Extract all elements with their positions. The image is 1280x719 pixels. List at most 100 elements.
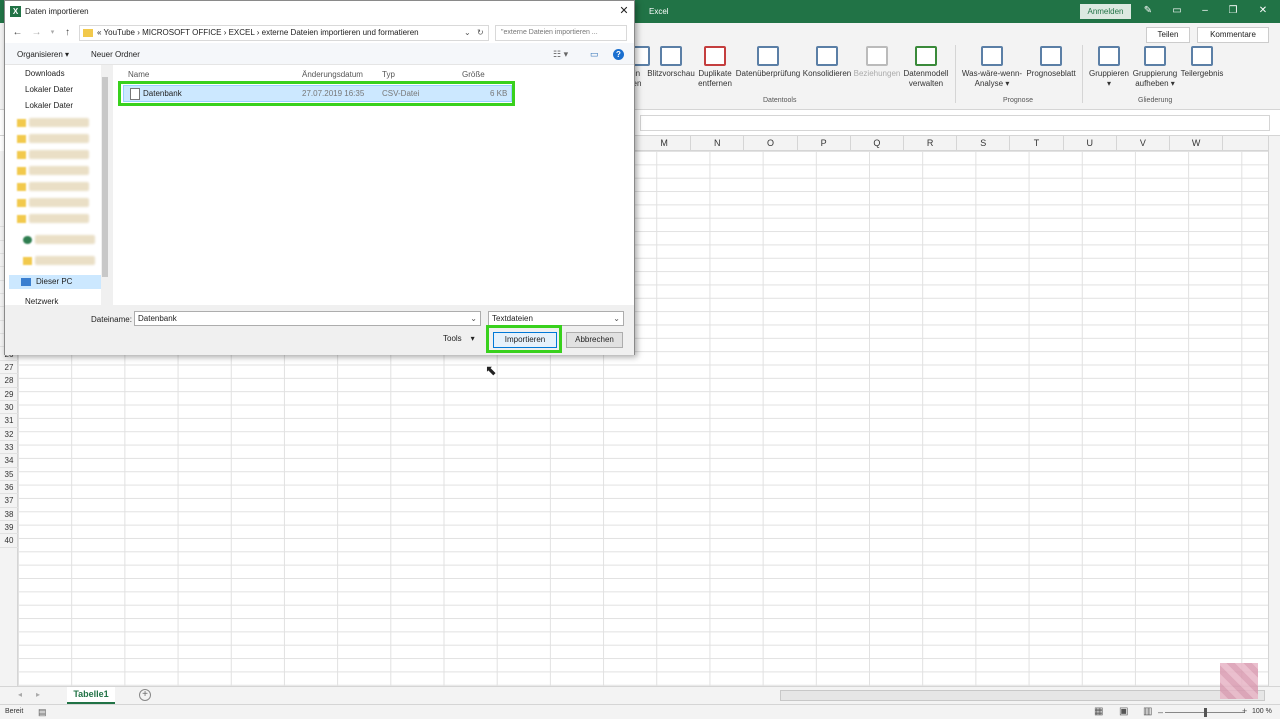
macro-record-icon[interactable]: ▤ — [38, 707, 47, 718]
chevron-down-icon[interactable]: ⌄ — [613, 312, 620, 325]
row-header[interactable]: 34 — [0, 454, 18, 468]
data-validation-button[interactable]: Datenüberprüfung — [735, 46, 801, 79]
pen-icon[interactable]: ✎ — [1138, 4, 1158, 18]
organize-button[interactable]: Organisieren ▾ — [17, 50, 69, 59]
filetype-select[interactable]: Textdateien ⌄ — [488, 311, 624, 326]
relationships-button[interactable]: Beziehungen — [853, 46, 901, 79]
blurred-item[interactable] — [29, 134, 89, 143]
filename-input[interactable]: Datenbank ⌄ — [134, 311, 481, 326]
tab-scroll-right-icon[interactable]: ▸ — [36, 690, 40, 699]
row-header[interactable]: 28 — [0, 374, 18, 388]
flash-fill-button[interactable]: Blitzvorschau — [647, 46, 695, 79]
zoom-out-icon[interactable]: – — [1158, 707, 1163, 717]
column-header[interactable]: N — [691, 136, 745, 151]
blurred-item[interactable] — [29, 214, 89, 223]
blurred-item[interactable] — [29, 166, 89, 175]
maximize-icon[interactable]: ❐ — [1223, 4, 1243, 18]
row-header[interactable]: 37 — [0, 494, 18, 508]
blurred-item[interactable] — [29, 150, 89, 159]
zoom-level[interactable]: 100 % — [1252, 708, 1272, 715]
chevron-down-icon[interactable]: ⌄ — [464, 26, 471, 40]
new-folder-button[interactable]: Neuer Ordner — [91, 50, 140, 59]
formula-input[interactable] — [640, 115, 1270, 131]
tab-scroll-left-icon[interactable]: ◂ — [18, 690, 22, 699]
blurred-item[interactable] — [35, 256, 95, 265]
blurred-item[interactable] — [29, 198, 89, 207]
add-sheet-icon[interactable]: + — [139, 689, 151, 701]
cancel-button[interactable]: Abbrechen — [566, 332, 623, 348]
minimize-icon[interactable]: – — [1195, 4, 1215, 18]
comments-button[interactable]: Kommentare — [1197, 27, 1269, 43]
horizontal-scrollbar[interactable] — [780, 690, 1265, 701]
column-header[interactable]: M — [638, 136, 692, 151]
recent-dropdown-icon[interactable]: ▾ — [46, 26, 59, 39]
row-header[interactable]: 30 — [0, 401, 18, 415]
sheet-tab[interactable]: Tabelle1 — [67, 687, 115, 704]
chevron-down-icon[interactable]: ⌄ — [470, 312, 477, 325]
share-button[interactable]: Teilen — [1146, 27, 1190, 43]
page-break-icon[interactable]: ▥ — [1143, 706, 1152, 717]
nav-item-this-pc[interactable]: Dieser PC — [9, 275, 101, 289]
row-header[interactable]: 36 — [0, 481, 18, 495]
blurred-item[interactable] — [29, 118, 89, 127]
address-bar[interactable]: « YouTube › MICROSOFT OFFICE › EXCEL › e… — [79, 25, 489, 41]
view-options-icon[interactable]: ☷ ▾ — [553, 49, 568, 60]
row-header[interactable]: 31 — [0, 414, 18, 428]
row-header[interactable]: 39 — [0, 521, 18, 535]
column-header[interactable]: U — [1064, 136, 1117, 151]
normal-view-icon[interactable]: ▦ — [1094, 706, 1103, 717]
tools-button[interactable]: Tools ▾ — [443, 334, 475, 343]
column-header-name[interactable]: Name — [128, 70, 149, 79]
row-header[interactable]: 32 — [0, 428, 18, 441]
row-header[interactable]: 40 — [0, 534, 18, 548]
column-header[interactable]: O — [744, 136, 798, 151]
column-header-date[interactable]: Änderungsdatum — [302, 70, 363, 79]
column-header[interactable]: P — [798, 136, 851, 151]
row-header[interactable]: 35 — [0, 468, 18, 481]
blurred-item[interactable] — [35, 235, 95, 244]
search-input[interactable]: "externe Dateien importieren ... — [495, 25, 627, 41]
group-button[interactable]: Gruppieren ▾ — [1087, 46, 1131, 89]
row-header[interactable]: 27 — [0, 361, 18, 375]
zoom-slider-thumb[interactable] — [1204, 708, 1207, 717]
up-icon[interactable]: ↑ — [61, 26, 74, 39]
folder-icon — [17, 183, 26, 191]
close-icon[interactable]: ✕ — [1253, 4, 1273, 18]
folder-icon — [17, 167, 26, 175]
column-header[interactable]: T — [1010, 136, 1064, 151]
row-header[interactable]: 38 — [0, 508, 18, 522]
signin-button[interactable]: Anmelden — [1080, 4, 1131, 19]
preview-pane-icon[interactable]: ▭ — [590, 49, 599, 60]
forecast-sheet-button[interactable]: Prognoseblatt — [1025, 46, 1077, 79]
column-header[interactable]: Q — [851, 136, 904, 151]
column-header[interactable]: R — [904, 136, 958, 151]
column-header[interactable]: V — [1117, 136, 1170, 151]
ungroup-button[interactable]: Gruppierung aufheben ▾ — [1131, 46, 1179, 89]
nav-item-local-drive[interactable]: Lokaler Dater — [25, 85, 97, 94]
nav-item-downloads[interactable]: Downloads — [25, 69, 97, 78]
row-header[interactable]: 29 — [0, 388, 18, 401]
zoom-in-icon[interactable]: + — [1242, 706, 1247, 716]
consolidate-button[interactable]: Konsolidieren — [802, 46, 852, 79]
page-layout-icon[interactable]: ▣ — [1119, 706, 1128, 717]
back-icon[interactable]: ← — [11, 26, 24, 39]
remove-duplicates-button[interactable]: Duplikate entfernen — [696, 46, 734, 89]
column-header-size[interactable]: Größe — [462, 70, 485, 79]
what-if-button[interactable]: Was-wäre-wenn- Analyse ▾ — [960, 46, 1024, 89]
nav-scrollbar[interactable] — [101, 65, 109, 305]
nav-scrollbar-thumb[interactable] — [102, 77, 108, 277]
help-icon[interactable]: ? — [613, 49, 624, 60]
column-header-type[interactable]: Typ — [382, 70, 395, 79]
forward-icon[interactable]: → — [30, 26, 43, 39]
blurred-item[interactable] — [29, 182, 89, 191]
refresh-icon[interactable]: ↻ — [477, 26, 484, 40]
ribbon-display-icon[interactable]: ▭ — [1167, 4, 1187, 18]
column-header[interactable]: S — [957, 136, 1011, 151]
close-icon[interactable]: ✕ — [617, 4, 631, 18]
nav-item-local-drive[interactable]: Lokaler Dater — [25, 101, 97, 110]
subtotal-button[interactable]: Teilergebnis — [1180, 46, 1224, 79]
row-header[interactable]: 33 — [0, 441, 18, 455]
vertical-scrollbar[interactable] — [1268, 136, 1280, 686]
column-header[interactable]: W — [1170, 136, 1224, 151]
data-model-button[interactable]: Datenmodell verwalten — [902, 46, 950, 89]
